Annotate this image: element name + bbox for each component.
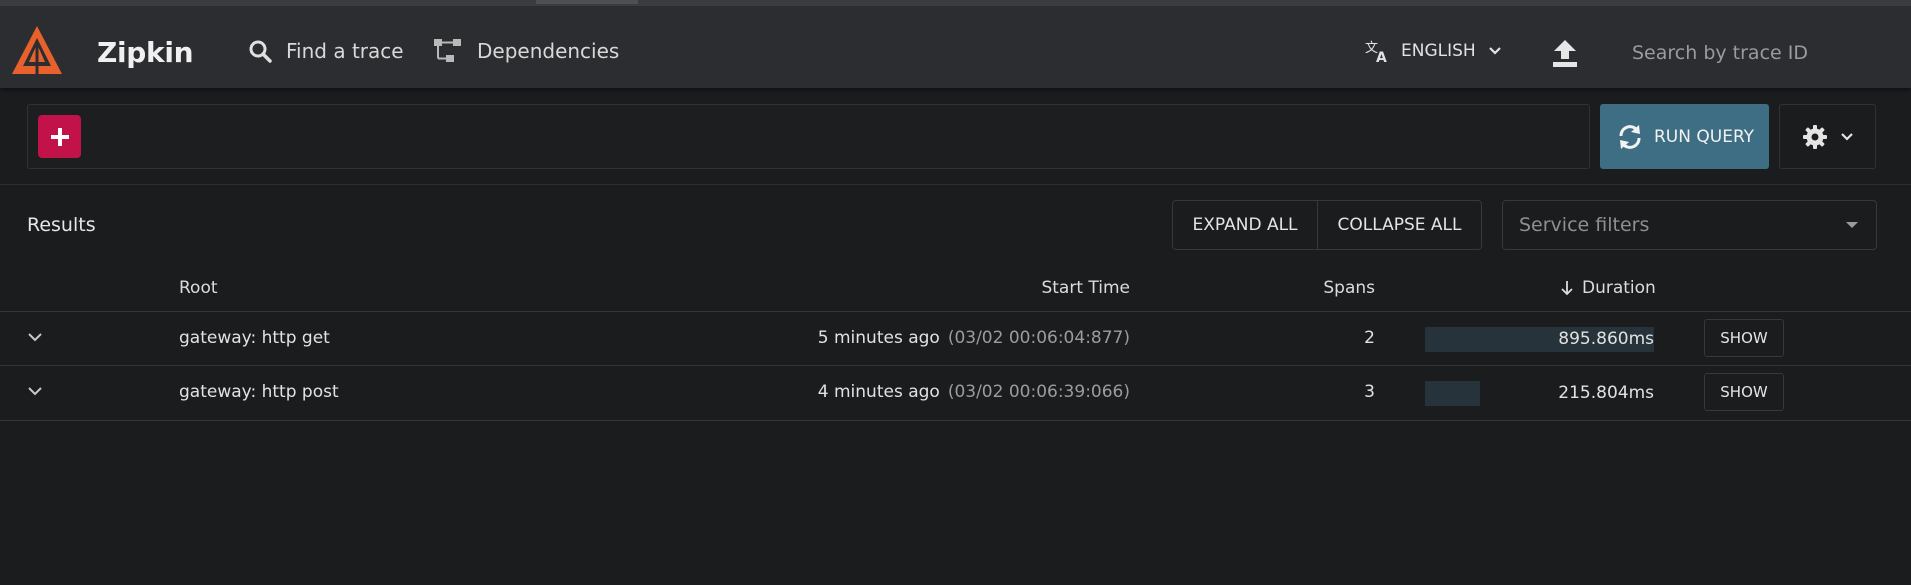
nav-dependencies[interactable]: Dependencies	[433, 36, 619, 66]
collapse-all-button[interactable]: COLLAPSE ALL	[1318, 201, 1481, 249]
app-brand[interactable]: Zipkin	[97, 36, 194, 69]
section-divider	[0, 184, 1911, 185]
language-label: ENGLISH	[1401, 41, 1476, 61]
trace-start-time: 5 minutes ago (03/02 00:06:04:877)	[818, 328, 1130, 348]
trace-id-search-input[interactable]	[1620, 36, 1880, 70]
show-trace-button[interactable]: SHOW	[1704, 319, 1784, 357]
sort-descending-icon	[1561, 281, 1573, 296]
expand-collapse-group: EXPAND ALL COLLAPSE ALL	[1172, 200, 1482, 250]
run-query-label: RUN QUERY	[1654, 126, 1755, 147]
chevron-down-icon	[1488, 47, 1501, 55]
show-trace-button[interactable]: SHOW	[1704, 373, 1784, 411]
trace-root-name: gateway: http get	[179, 328, 330, 348]
column-header-duration[interactable]: Duration	[1560, 278, 1656, 298]
column-header-duration-label: Duration	[1582, 278, 1656, 298]
zipkin-logo-icon[interactable]	[10, 24, 64, 76]
service-filter-placeholder: Service filters	[1519, 214, 1650, 236]
results-heading: Results	[27, 214, 96, 236]
trace-duration: 215.804ms	[1558, 383, 1654, 403]
trace-start-relative: 5 minutes ago	[817, 328, 940, 348]
gear-icon	[1802, 124, 1827, 149]
duration-bar-track: 215.804ms	[1425, 381, 1654, 406]
expand-all-button[interactable]: EXPAND ALL	[1173, 201, 1319, 249]
add-criteria-button[interactable]	[38, 115, 81, 158]
trace-start-absolute: (03/02 00:06:39:066)	[947, 382, 1130, 402]
service-filter-select[interactable]: Service filters	[1502, 200, 1877, 250]
dependencies-icon	[434, 39, 461, 62]
duration-bar-track: 895.860ms	[1425, 327, 1654, 352]
trace-span-count: 2	[1364, 328, 1375, 348]
expand-row-icon[interactable]	[27, 331, 43, 343]
app-header: Zipkin Find a trace Dependencies 文 A ENG…	[0, 0, 1911, 88]
query-settings-button[interactable]	[1779, 104, 1876, 169]
dropdown-caret-icon	[1846, 222, 1858, 228]
chevron-down-icon	[1840, 132, 1853, 141]
trace-root-name: gateway: http post	[179, 382, 339, 402]
duration-bar	[1425, 381, 1481, 406]
svg-text:A: A	[1376, 50, 1387, 63]
nav-dependencies-label: Dependencies	[477, 39, 620, 63]
nav-find-trace[interactable]: Find a trace	[248, 36, 404, 66]
table-row[interactable]: gateway: http get 5 minutes ago (03/02 00…	[0, 312, 1911, 366]
plus-icon	[50, 127, 69, 146]
column-header-spans[interactable]: Spans	[1300, 278, 1375, 298]
trace-start-absolute: (03/02 00:06:04:877)	[947, 328, 1130, 348]
column-header-start-time[interactable]: Start Time	[1000, 278, 1130, 298]
upload-icon[interactable]	[1549, 38, 1581, 70]
window-tab-indicator	[536, 0, 638, 4]
query-criteria-box[interactable]	[27, 104, 1590, 169]
run-query-button[interactable]: RUN QUERY	[1600, 104, 1769, 169]
trace-start-time: 4 minutes ago (03/02 00:06:39:066)	[818, 382, 1130, 402]
expand-row-icon[interactable]	[27, 385, 43, 397]
trace-duration: 895.860ms	[1558, 329, 1654, 349]
nav-find-trace-label: Find a trace	[286, 39, 404, 63]
column-header-root[interactable]: Root	[179, 278, 218, 298]
language-selector[interactable]: 文 A ENGLISH	[1365, 36, 1502, 66]
row-divider	[0, 420, 1911, 421]
table-row[interactable]: gateway: http post 4 minutes ago (03/02 0…	[0, 366, 1911, 420]
refresh-icon	[1619, 124, 1641, 149]
translate-icon: 文 A	[1365, 41, 1387, 63]
trace-start-relative: 4 minutes ago	[817, 382, 940, 402]
trace-span-count: 3	[1364, 382, 1375, 402]
search-icon	[249, 40, 272, 63]
